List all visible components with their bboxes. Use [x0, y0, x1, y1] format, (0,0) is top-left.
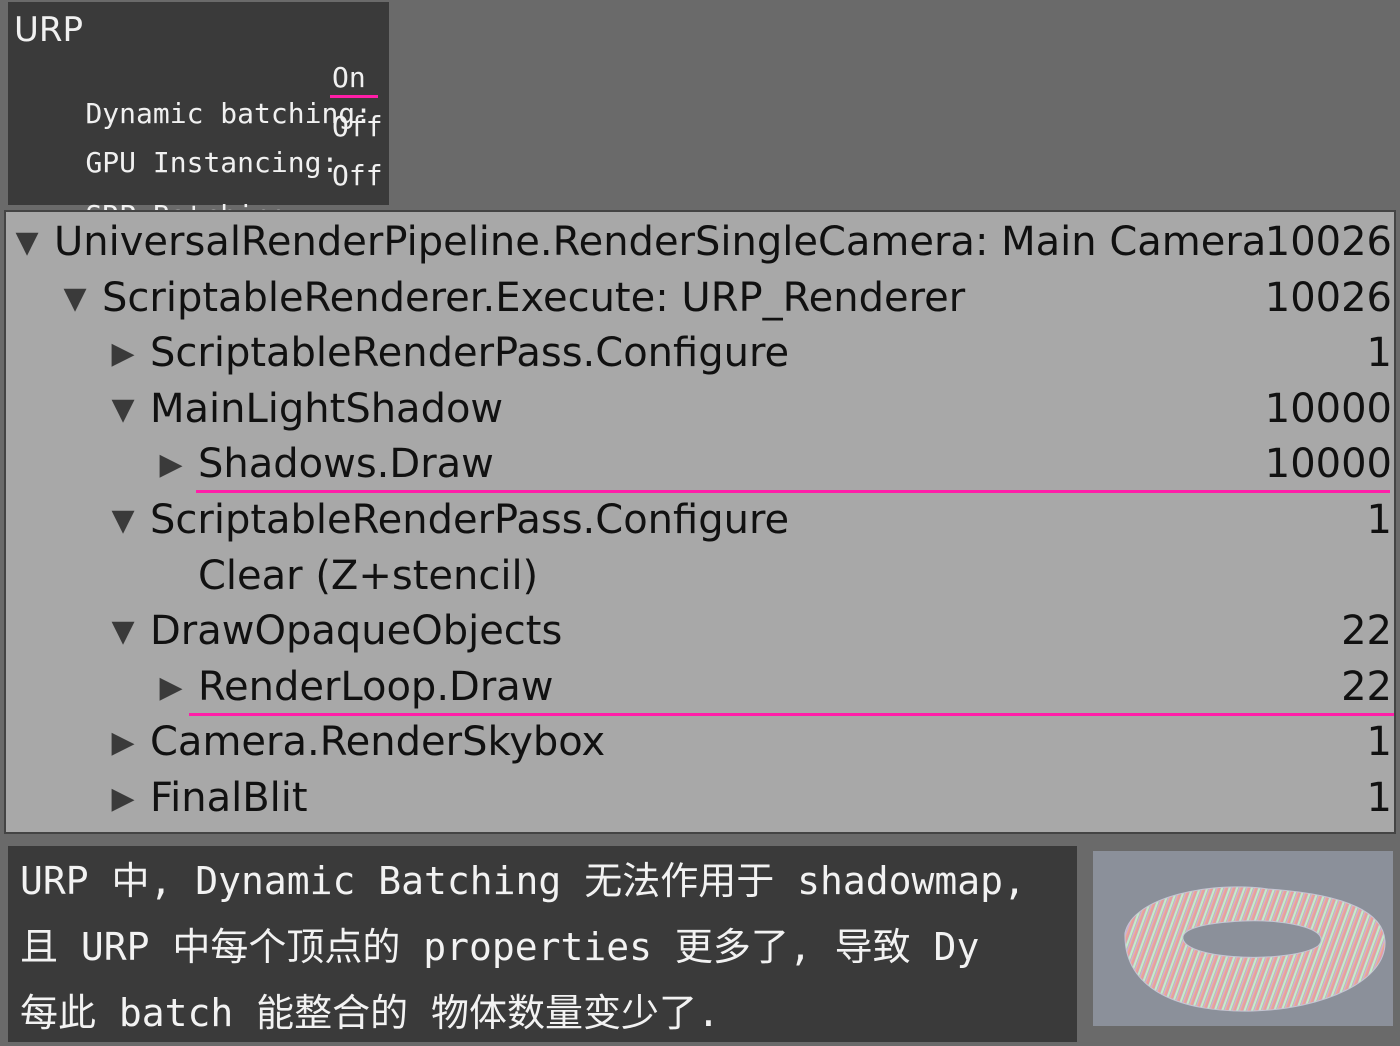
expand-triangle-right-icon[interactable]: ▶ [156, 660, 186, 715]
caption-box: URP 中, Dynamic Batching 无法作用于 shadowmap,… [8, 846, 1077, 1042]
expand-triangle-down-icon[interactable]: ▼ [108, 382, 138, 437]
hierarchy-row-count: 10026 [1264, 274, 1392, 321]
expand-triangle-right-icon[interactable]: ▶ [156, 437, 186, 492]
hierarchy-row-label: FinalBlit [150, 775, 308, 821]
hierarchy-row-count: 1 [1366, 719, 1392, 766]
hierarchy-row-count: 10000 [1264, 385, 1392, 432]
hierarchy-row-count: 10026 [1264, 219, 1392, 265]
hierarchy-row-label: Shadows.Draw [198, 441, 494, 488]
caption-line-2: 且 URP 中每个顶点的 properties 更多了, 导致 Dy [20, 925, 980, 969]
caption-line-3: 每此 batch 能整合的 物体数量变少了. [20, 991, 720, 1035]
hierarchy-row[interactable]: ▼ DrawOpaqueObjects 22 [6, 604, 1396, 659]
dynamic-batching-highlight [330, 95, 378, 98]
mesh-preview-image [1093, 851, 1393, 1026]
draw-call-highlight-line [196, 490, 1390, 493]
expand-triangle-down-icon[interactable]: ▼ [60, 271, 90, 326]
hierarchy-row-count: 1 [1366, 775, 1392, 821]
urp-settings-panel: URP Dynamic batching: On GPU Instancing:… [8, 2, 389, 232]
hierarchy-row[interactable]: ▶ ScriptableRenderPass.Configure 1 [6, 326, 1396, 381]
hierarchy-row-label: Camera.RenderSkybox [150, 719, 606, 766]
hierarchy-row[interactable]: ▼ ScriptableRenderer.Execute: URP_Rendere… [6, 271, 1396, 326]
hierarchy-row[interactable]: ▶ Camera.RenderSkybox 1 [6, 715, 1396, 770]
srp-batching-value: Off [332, 159, 383, 192]
hierarchy-row-label: ScriptableRenderPass.Configure [150, 330, 790, 377]
expand-triangle-right-icon[interactable]: ▶ [108, 771, 138, 826]
hierarchy-row-label: DrawOpaqueObjects [150, 608, 563, 655]
hierarchy-row[interactable]: ▼ UniversalRenderPipeline.RenderSingleCam… [6, 215, 1396, 270]
hierarchy-row-count: 22 [1341, 608, 1392, 655]
dynamic-batching-value: On [332, 61, 366, 94]
frame-debugger-hierarchy: ▼ UniversalRenderPipeline.RenderSingleCam… [4, 210, 1396, 834]
hierarchy-row-label: ScriptableRenderer.Execute: URP_Renderer [102, 274, 966, 321]
gpu-instancing-value: Off [332, 110, 383, 143]
hierarchy-row-count: 22 [1341, 663, 1392, 710]
hierarchy-row-count: 10000 [1264, 441, 1392, 488]
hierarchy-row-count: 1 [1366, 330, 1392, 377]
hierarchy-row[interactable]: ▼ ScriptableRenderPass.Configure 1 [6, 493, 1396, 548]
hierarchy-row[interactable]: ▼ MainLightShadow 10000 [6, 382, 1396, 437]
expand-triangle-down-icon[interactable]: ▼ [108, 493, 138, 548]
hierarchy-row[interactable]: ▶ FinalBlit 1 [6, 771, 1396, 826]
expand-triangle-right-icon[interactable]: ▶ [108, 326, 138, 381]
expand-triangle-down-icon[interactable]: ▼ [108, 604, 138, 659]
hierarchy-row[interactable]: ▶ RenderLoop.Draw 22 [6, 660, 1396, 715]
hierarchy-row-label: ScriptableRenderPass.Configure [150, 497, 790, 543]
hierarchy-row-count: 1 [1366, 497, 1392, 543]
hierarchy-row-label: UniversalRenderPipeline.RenderSingleCame… [54, 219, 1267, 265]
hierarchy-row-label: MainLightShadow [150, 385, 504, 432]
hierarchy-row[interactable]: ▶ Shadows.Draw 10000 [6, 437, 1396, 492]
draw-call-highlight-line [189, 713, 1394, 716]
expand-triangle-right-icon[interactable]: ▶ [108, 715, 138, 770]
hierarchy-row[interactable]: Clear (Z+stencil) [6, 549, 1396, 604]
hierarchy-row-label: RenderLoop.Draw [198, 663, 554, 710]
settings-title: URP [14, 10, 84, 50]
hierarchy-row-label: Clear (Z+stencil) [198, 552, 539, 599]
expand-triangle-down-icon[interactable]: ▼ [12, 215, 42, 270]
caption-line-1: URP 中, Dynamic Batching 无法作用于 shadowmap, [20, 859, 1026, 903]
rainbow-torus-icon [1124, 886, 1386, 1012]
